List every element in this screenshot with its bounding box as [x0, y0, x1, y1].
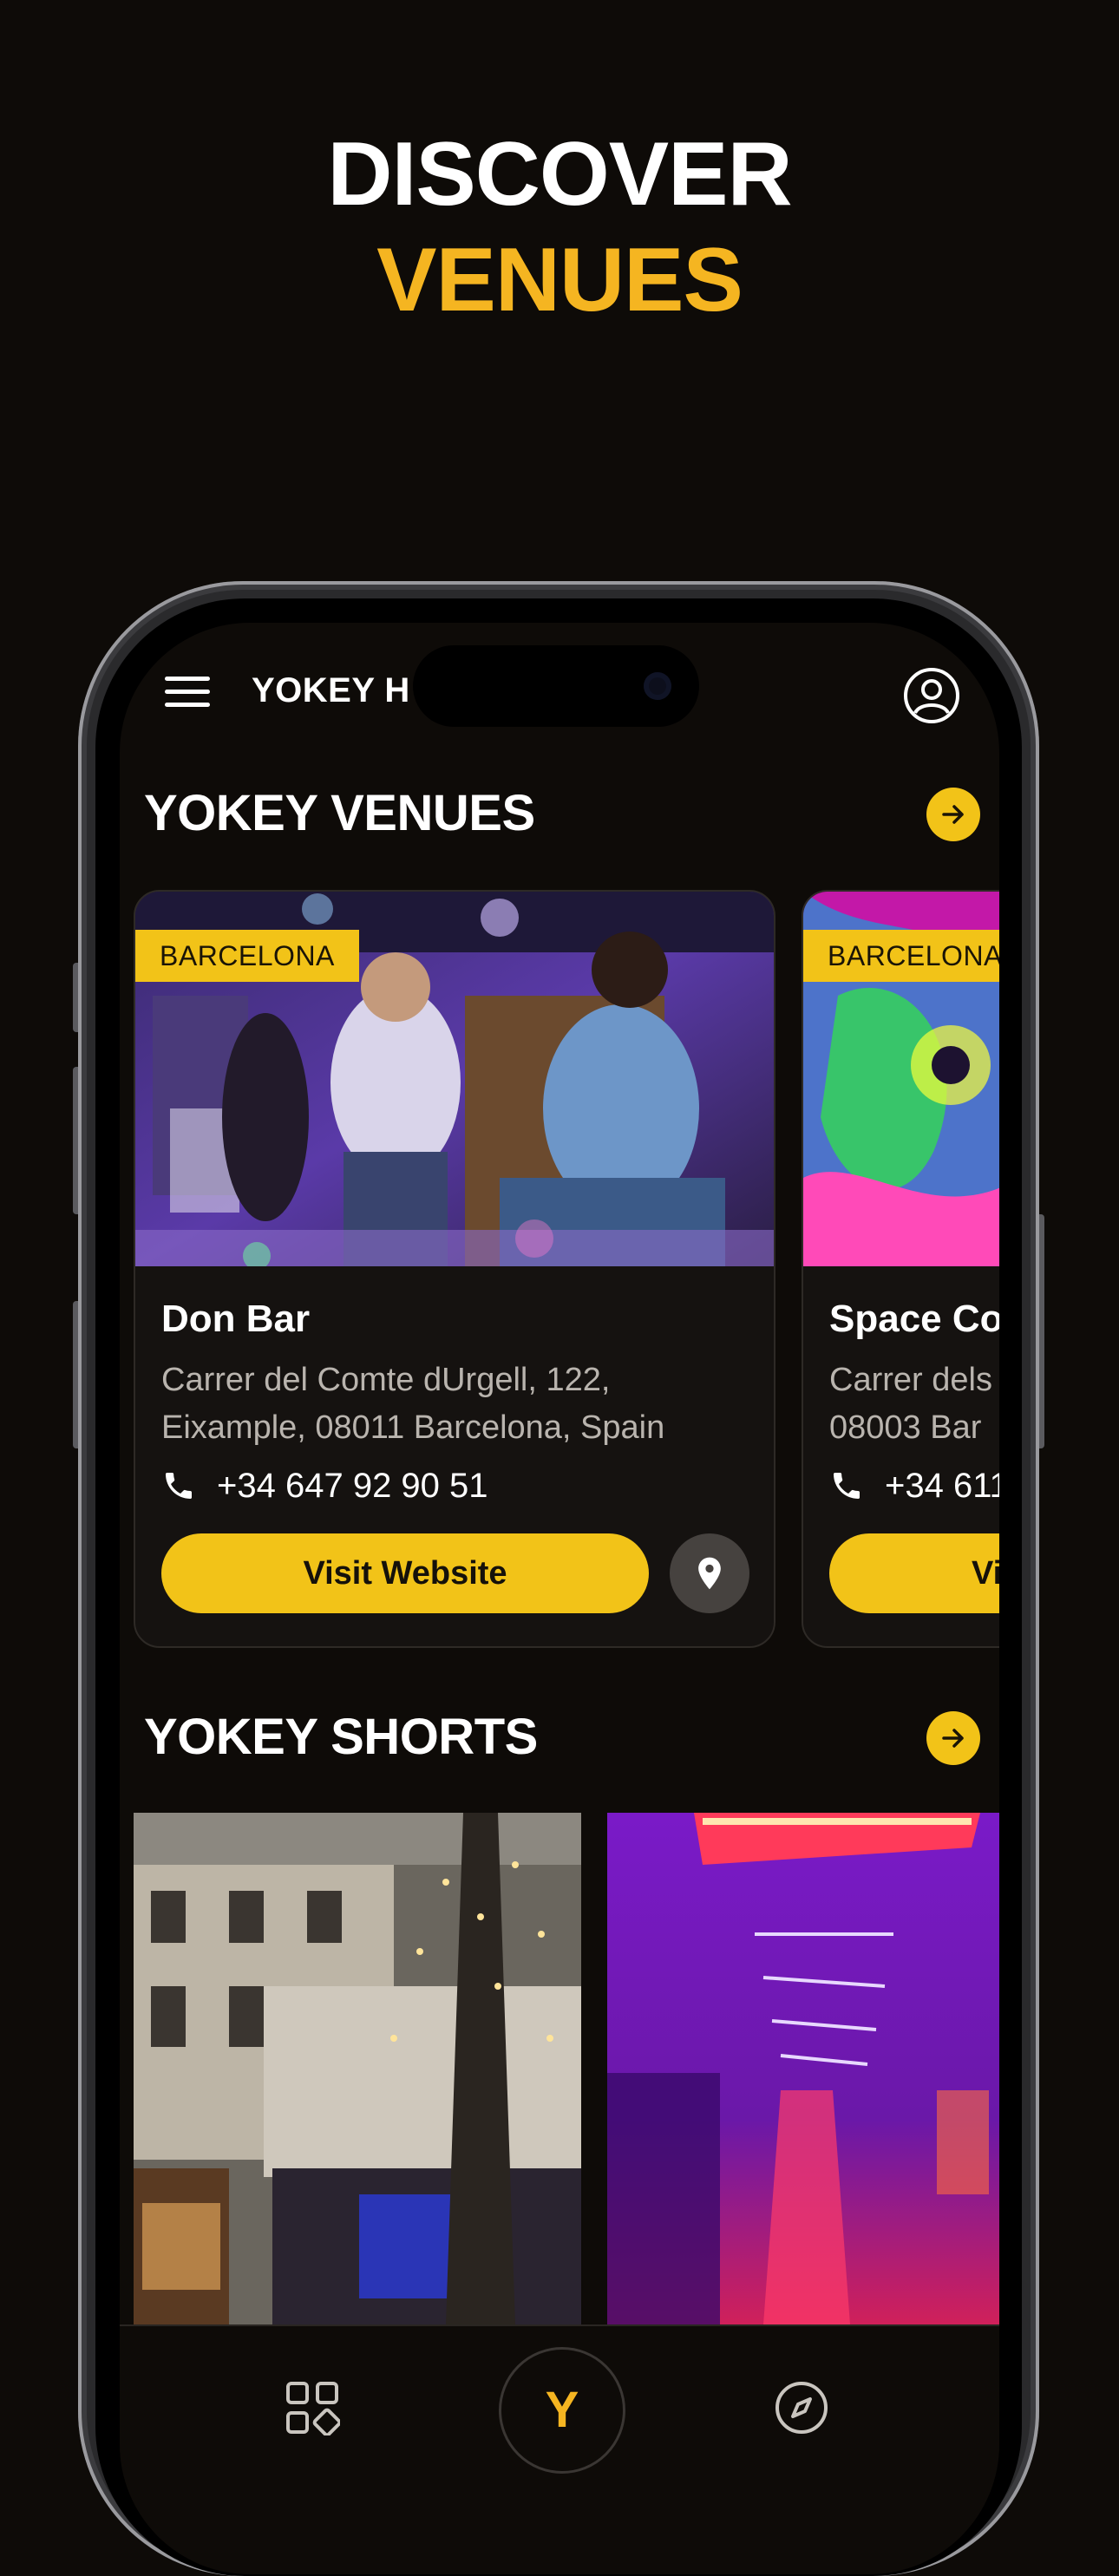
short-video-thumbnail[interactable] — [607, 1813, 999, 2324]
visit-website-button[interactable]: Vi — [829, 1533, 999, 1613]
hero-heading: DISCOVER VENUES — [0, 121, 1119, 333]
home-y-button[interactable]: Y — [499, 2347, 625, 2474]
visit-website-button[interactable]: Visit Website — [161, 1533, 649, 1613]
city-tag: BARCELONA — [803, 930, 999, 982]
short-thumbnail-image — [607, 1813, 999, 2324]
bottom-navigation: Y — [120, 2324, 999, 2574]
venue-phone-number: +34 647 92 90 51 — [217, 1466, 488, 1505]
hero-line-2: VENUES — [376, 230, 743, 330]
dynamic-island — [413, 645, 699, 727]
venue-name: Space Co — [829, 1298, 999, 1340]
venue-address-line-1: Carrer dels — [829, 1362, 992, 1398]
section-title-shorts: YOKEY SHORTS — [144, 1709, 538, 1765]
arrow-right-icon — [942, 805, 964, 824]
venue-name: Don Bar — [161, 1298, 311, 1340]
venue-phone-number: +34 611 — [885, 1466, 999, 1505]
hamburger-menu-icon[interactable] — [165, 677, 210, 711]
arrow-right-icon — [942, 1729, 964, 1748]
phone-icon — [834, 1473, 860, 1499]
venue-address-line-1: Carrer del Comte dUrgell, 122, — [161, 1362, 611, 1398]
venue-address-line-2: Eixample, 08011 Barcelona, Spain — [161, 1409, 665, 1446]
map-location-button[interactable] — [670, 1533, 749, 1613]
venue-address: Carrer del Comte dUrgell, 122, Eixample,… — [161, 1357, 769, 1452]
venue-card[interactable]: BARCELONA Space Co Carrer dels 08003 Bar… — [802, 890, 999, 1648]
phone-icon — [166, 1473, 192, 1499]
venue-card[interactable]: BARCELONA Don Bar Carrer del Comte dUrge… — [134, 890, 775, 1648]
short-video-thumbnail[interactable] — [134, 1813, 581, 2324]
venues-see-all-button[interactable] — [926, 788, 980, 841]
shorts-see-all-button[interactable] — [926, 1711, 980, 1765]
hero-line-1: DISCOVER — [327, 124, 792, 225]
phone-screen: YOKEY H YOKEY VENUES BARCELONA Don Bar C… — [120, 623, 999, 2574]
section-title-venues: YOKEY VENUES — [144, 785, 535, 841]
city-tag: BARCELONA — [135, 930, 359, 982]
venue-address-line-2: 08003 Bar — [829, 1409, 982, 1446]
user-circle-icon[interactable] — [902, 666, 961, 725]
map-pin-icon — [698, 1557, 721, 1590]
grid-shapes-icon[interactable] — [285, 2380, 340, 2435]
compass-icon[interactable] — [774, 2380, 829, 2435]
short-thumbnail-image — [134, 1813, 581, 2324]
venue-phone[interactable]: +34 611 — [829, 1464, 999, 1507]
venue-address: Carrer dels 08003 Bar — [829, 1357, 999, 1452]
venue-phone[interactable]: +34 647 92 90 51 — [161, 1464, 488, 1507]
app-title: YOKEY H — [252, 671, 410, 709]
